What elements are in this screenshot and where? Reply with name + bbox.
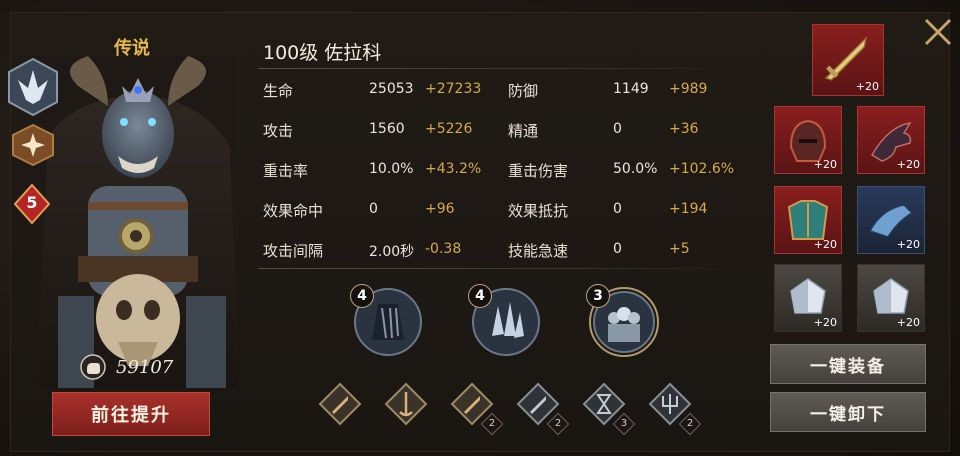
weapon-type-blade[interactable]: 2 (516, 382, 570, 436)
enhance-level: +20 (813, 316, 837, 329)
stat-bonus: +5226 (425, 121, 473, 137)
set-bonus-knight-squad[interactable]: 3 (586, 284, 660, 358)
stat-row: 生命 25053 +27233 防御 1149 +989 (263, 78, 743, 104)
stat-name: 重击率 (263, 162, 309, 180)
stat-base: 25053 (369, 81, 414, 97)
stat-bonus: +43.2% (425, 161, 482, 177)
enhance-level: +20 (896, 158, 920, 171)
stat-row: 效果命中 0 +96 效果抵抗 0 +194 (263, 198, 743, 224)
equip-slot-claw[interactable]: +20 (857, 106, 925, 174)
set-bonus-feather-cloak[interactable]: 4 (350, 284, 424, 358)
stat-base: 1560 (369, 121, 405, 137)
stat-base: 1149 (613, 81, 649, 97)
stat-base: 10.0% (369, 161, 414, 177)
class-badge-icon[interactable] (8, 57, 58, 117)
equip-slot-helmet[interactable]: +20 (774, 106, 842, 174)
stat-name: 攻击间隔 (263, 242, 324, 260)
stat-name: 生命 (263, 82, 294, 100)
combat-power-value: 59107 (116, 357, 174, 378)
set-count: 4 (468, 284, 492, 308)
equip-all-button[interactable]: 一键装备 (770, 344, 926, 384)
stat-name: 攻击 (263, 122, 294, 140)
stat-base: 0 (613, 201, 622, 217)
stat-name: 技能急速 (508, 242, 569, 260)
divider (258, 268, 746, 269)
weapon-type-staff[interactable] (384, 382, 428, 426)
stat-bonus: +102.6% (669, 161, 735, 177)
stat-bonus: +989 (669, 81, 708, 97)
staff-icon (384, 382, 428, 426)
stat-base: 2.00秒 (369, 244, 415, 260)
enhance-level: +20 (813, 158, 837, 171)
hero-portrait (38, 56, 238, 388)
equip-slot-gem-1[interactable]: +20 (774, 264, 842, 332)
combat-power: 59107 (80, 354, 200, 382)
close-icon (924, 18, 952, 46)
stat-name: 重击伤害 (508, 162, 569, 180)
set-count: 3 (586, 284, 610, 308)
weapon-type-dagger[interactable]: 2 (450, 382, 504, 436)
stat-bonus: -0.38 (425, 241, 462, 257)
equip-slot-gem-2[interactable]: +20 (857, 264, 925, 332)
stat-row: 攻击间隔 2.00秒 -0.38 技能急速 0 +5 (263, 238, 743, 264)
set-count: 4 (350, 284, 374, 308)
stat-name: 精通 (508, 122, 539, 140)
stat-base: 0 (613, 121, 622, 137)
weapon-type-hourglass[interactable]: 3 (582, 382, 636, 436)
stat-base: 50.0% (613, 161, 658, 177)
stat-name: 效果命中 (263, 202, 324, 220)
element-badge-icon[interactable] (12, 123, 54, 167)
star-level-badge: 5 (13, 183, 51, 225)
enhance-level: +20 (896, 238, 920, 251)
equip-slot-weapon[interactable]: +20 (812, 24, 884, 96)
weapon-type-trident[interactable]: 2 (648, 382, 702, 436)
equip-slot-armor[interactable]: +20 (774, 186, 842, 254)
stat-name: 效果抵抗 (508, 202, 569, 220)
stat-bonus: +194 (669, 201, 708, 217)
stat-bonus: +5 (669, 241, 690, 257)
hero-name: 100级 佐拉科 (263, 42, 382, 64)
star-level-value: 5 (26, 193, 38, 212)
weapon-type-sword[interactable] (318, 382, 362, 426)
stat-bonus: +27233 (425, 81, 482, 97)
stat-bonus: +96 (425, 201, 455, 217)
stat-name: 防御 (508, 82, 539, 100)
close-button[interactable] (922, 16, 954, 48)
set-bonus-crystal-shards[interactable]: 4 (468, 284, 542, 358)
enhance-level: +20 (813, 238, 837, 251)
divider (258, 68, 746, 69)
stat-row: 重击率 10.0% +43.2% 重击伤害 50.0% +102.6% (263, 158, 743, 184)
stat-base: 0 (613, 241, 622, 257)
sword-icon (318, 382, 362, 426)
stat-row: 攻击 1560 +5226 精通 0 +36 (263, 118, 743, 144)
stat-base: 0 (369, 201, 378, 217)
enhance-level: +20 (896, 316, 920, 329)
unequip-all-button[interactable]: 一键卸下 (770, 392, 926, 432)
equip-slot-gauntlet[interactable]: +20 (857, 186, 925, 254)
power-fist-icon (80, 354, 106, 380)
upgrade-button[interactable]: 前往提升 (52, 392, 210, 436)
stat-bonus: +36 (669, 121, 699, 137)
enhance-level: +20 (855, 80, 879, 93)
